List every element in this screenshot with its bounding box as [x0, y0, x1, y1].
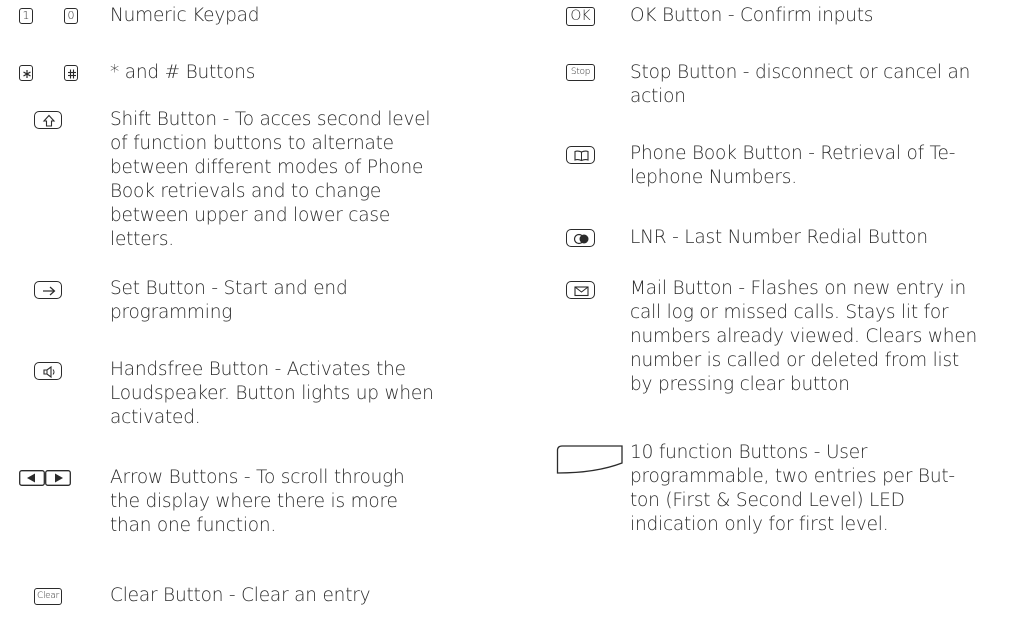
- envelope-icon: [566, 281, 595, 299]
- speaker-icon: [34, 362, 62, 380]
- lnr-button-label: LNR - Last Number Redial Button: [630, 227, 928, 248]
- shift-arrow-icon: [34, 111, 62, 129]
- handsfree-button-label: Handsfree Button - Activates the Loudspe…: [110, 359, 434, 428]
- asterisk-key-icon: [19, 65, 33, 81]
- ok-button-label: OK Button - Confirm inputs: [630, 5, 874, 26]
- left-right-arrow-icons: [19, 470, 71, 486]
- redial-icon: [566, 229, 595, 247]
- star-hash-label: * and # Buttons: [110, 62, 256, 83]
- phone-book-button-label: Phone Book Button - Retrieval of Te- lep…: [630, 143, 956, 188]
- shift-button-label: Shift Button - To acces second level of …: [110, 109, 431, 250]
- set-button-label: Set Button - Start and end programming: [110, 278, 348, 323]
- stop-key-icon: Stop: [566, 64, 595, 81]
- hash-key-icon: [64, 65, 78, 81]
- set-arrow-icon: [34, 281, 62, 299]
- numeric-keypad-label: Numeric Keypad: [110, 5, 260, 26]
- key-1-icon: 1: [19, 8, 33, 24]
- mail-button-label: Mail Button - Flashes on new entry in ca…: [630, 278, 978, 395]
- arrow-buttons-label: Arrow Buttons - To scroll through the di…: [110, 467, 405, 536]
- key-0-icon: 0: [64, 8, 78, 24]
- function-buttons-label: 10 function Buttons - User programmable,…: [630, 442, 955, 535]
- book-icon: [566, 146, 595, 164]
- function-key-icon: [556, 445, 626, 475]
- stop-button-label: Stop Button - disconnect or cancel an ac…: [630, 62, 971, 107]
- ok-key-icon: OK: [566, 7, 595, 26]
- clear-key-icon: Clear: [34, 588, 62, 605]
- clear-button-label: Clear Button - Clear an entry: [110, 585, 371, 606]
